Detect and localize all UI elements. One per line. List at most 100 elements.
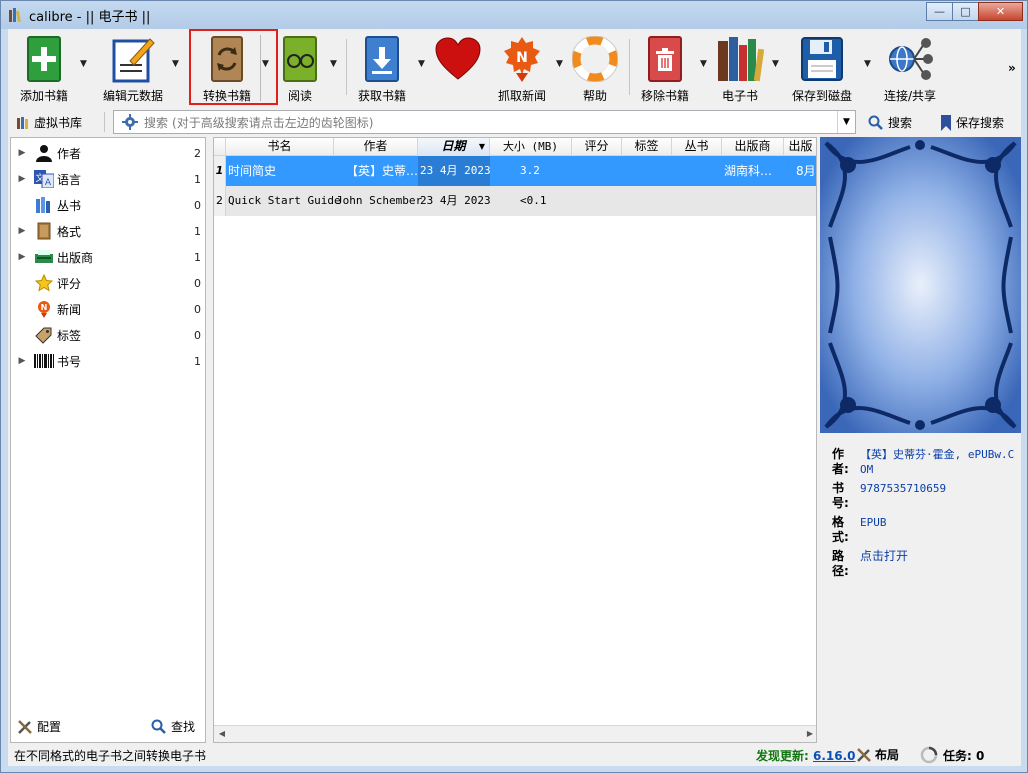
tag-item-formats[interactable]: ▶ 格式 1 — [11, 218, 207, 244]
virtual-library-button[interactable]: 虚拟书库 — [16, 114, 82, 131]
tag-count: 2 — [194, 146, 201, 160]
author-link[interactable]: 【英】史蒂芬·霍金, ePUBw.COM — [860, 447, 1020, 477]
tag-count: 1 — [194, 172, 201, 186]
remove-books-button[interactable]: 移除书籍 — [636, 33, 694, 105]
magnifier-icon — [868, 115, 883, 130]
magnifier-icon — [151, 719, 166, 734]
gear-icon[interactable] — [122, 114, 138, 130]
column-header-rating[interactable]: 评分 — [572, 138, 622, 156]
tag-label: 书号 — [57, 354, 82, 369]
expand-arrow-icon[interactable]: ▶ — [11, 356, 33, 366]
connect-share-button[interactable]: 连接/共享 — [878, 33, 942, 105]
book-cover[interactable] — [820, 137, 1021, 433]
horizontal-scrollbar[interactable]: ◀ ▶ — [214, 725, 816, 742]
cell-size: <0.1 — [520, 194, 547, 207]
column-header-size[interactable]: 大小 (MB) — [490, 138, 572, 156]
scroll-left-icon[interactable]: ◀ — [216, 729, 228, 738]
expand-arrow-icon[interactable]: ▶ — [11, 226, 33, 236]
isbn-link[interactable]: 9787535710659 — [860, 481, 1020, 511]
tag-item-series[interactable]: 丛书 0 — [11, 192, 207, 218]
add-books-button[interactable]: 添加书籍 — [16, 33, 72, 105]
get-books-button[interactable]: 获取书籍 — [353, 33, 411, 105]
scroll-right-icon[interactable]: ▶ — [804, 729, 816, 738]
get-books-menu-arrow[interactable]: ▼ — [418, 59, 428, 69]
publisher-icon — [33, 247, 55, 267]
row-number[interactable]: 1 — [214, 156, 226, 186]
tag-item-news[interactable]: N 新闻 0 — [11, 296, 207, 322]
find-button[interactable]: 查找 — [151, 718, 195, 735]
layout-button[interactable]: 布局 — [856, 746, 899, 763]
read-book-icon — [276, 33, 324, 85]
configure-button[interactable]: 配置 — [17, 718, 61, 735]
convert-book-icon — [203, 33, 251, 85]
help-button[interactable]: 帮助 — [570, 33, 620, 105]
close-button[interactable]: ✕ — [978, 2, 1023, 21]
main-client-area: 添加书籍 ▼ 编辑元数据 ▼ 转换书籍 ▼ 阅读 ▼ 获取书籍 ▼ N 抓取新闻… — [8, 29, 1021, 766]
open-path-link[interactable]: 点击打开 — [860, 549, 1020, 579]
tag-item-tags[interactable]: 标签 0 — [11, 322, 207, 348]
save-search-button[interactable]: 保存搜索 — [940, 114, 1004, 131]
convert-books-menu-arrow[interactable]: ▼ — [262, 59, 272, 69]
column-header-tags[interactable]: 标签 — [622, 138, 672, 156]
status-message: 在不同格式的电子书之间转换电子书 — [14, 749, 207, 763]
cell-date: 23 4月 2023 — [420, 194, 491, 207]
news-icon: N — [33, 299, 55, 319]
svg-text:A: A — [45, 178, 52, 188]
library-books-icon — [716, 33, 764, 85]
column-header-title[interactable]: 书名 — [226, 138, 334, 156]
tag-item-publishers[interactable]: ▶ 出版商 1 — [11, 244, 207, 270]
read-book-menu-arrow[interactable]: ▼ — [330, 59, 340, 69]
column-header-publisher[interactable]: 出版商 — [722, 138, 784, 156]
tag-count: 0 — [194, 198, 201, 212]
update-version-link[interactable]: 6.16.0 — [813, 749, 856, 763]
library-label: 电子书 — [721, 89, 758, 103]
column-header-pubdate[interactable]: 出版 — [784, 138, 816, 156]
donate-heart-button[interactable] — [432, 33, 484, 105]
tag-item-authors[interactable]: ▶ 作者 2 — [11, 140, 207, 166]
tag-item-rating[interactable]: 评分 0 — [11, 270, 207, 296]
detail-key: 路径: — [832, 549, 849, 578]
search-button[interactable]: 搜索 — [868, 114, 912, 131]
search-label: 搜索 — [144, 115, 169, 130]
save-to-disk-button[interactable]: 保存到磁盘 — [786, 33, 858, 105]
save-to-disk-menu-arrow[interactable]: ▼ — [864, 59, 874, 69]
table-row[interactable]: Quick Start Guide John Schember 23 4月 20… — [226, 186, 816, 216]
tag-item-identifiers[interactable]: ▶ 书号 1 — [11, 348, 207, 374]
add-books-menu-arrow[interactable]: ▼ — [80, 59, 90, 69]
fetch-news-button[interactable]: N 抓取新闻 — [494, 33, 550, 105]
toolbar-overflow-button[interactable]: » — [1008, 61, 1016, 75]
convert-books-button[interactable]: 转换书籍 — [198, 33, 256, 105]
column-header-series[interactable]: 丛书 — [672, 138, 722, 156]
format-book-icon — [33, 221, 55, 241]
minimize-button[interactable]: — — [926, 2, 953, 21]
edit-metadata-button[interactable]: 编辑元数据 — [100, 33, 166, 105]
jobs-indicator[interactable]: 任务: 0 — [920, 746, 984, 764]
search-history-dropdown[interactable]: ▼ — [837, 111, 855, 133]
expand-arrow-icon[interactable]: ▶ — [11, 148, 33, 158]
tag-label: 新闻 — [57, 302, 82, 317]
column-header-date[interactable]: 日期 ▼ — [418, 138, 490, 156]
cell-title: 时间简史 — [228, 164, 277, 178]
read-book-button[interactable]: 阅读 — [278, 33, 322, 105]
expand-arrow-icon[interactable]: ▶ — [11, 174, 33, 184]
tag-item-languages[interactable]: ▶ 文A 语言 1 — [11, 166, 207, 192]
cover-image — [820, 137, 1021, 433]
table-row[interactable]: 时间简史 【英】史蒂… 23 4月 2023 3.2 湖南科… 8月 — [226, 156, 816, 186]
edit-metadata-menu-arrow[interactable]: ▼ — [172, 59, 182, 69]
expand-arrow-icon[interactable]: ▶ — [11, 252, 33, 262]
format-link[interactable]: EPUB — [860, 515, 1020, 545]
connect-share-label: 连接/共享 — [883, 89, 937, 103]
cell-publisher: 湖南科… — [724, 164, 773, 178]
search-input[interactable]: 搜索 (对于高级搜索请点击左边的齿轮图标) ▼ — [113, 110, 856, 134]
fetch-news-menu-arrow[interactable]: ▼ — [556, 59, 566, 69]
maximize-button[interactable]: □ — [952, 2, 979, 21]
row-number[interactable]: 2 — [214, 186, 226, 216]
get-books-label: 获取书籍 — [357, 89, 406, 103]
tag-browser-footer: 配置 查找 — [11, 716, 207, 738]
remove-books-menu-arrow[interactable]: ▼ — [700, 59, 710, 69]
remove-book-icon — [641, 33, 689, 85]
column-header-author[interactable]: 作者 — [334, 138, 418, 156]
library-menu-arrow[interactable]: ▼ — [772, 59, 782, 69]
library-button[interactable]: 电子书 — [712, 33, 768, 105]
save-to-disk-label: 保存到磁盘 — [791, 89, 852, 103]
